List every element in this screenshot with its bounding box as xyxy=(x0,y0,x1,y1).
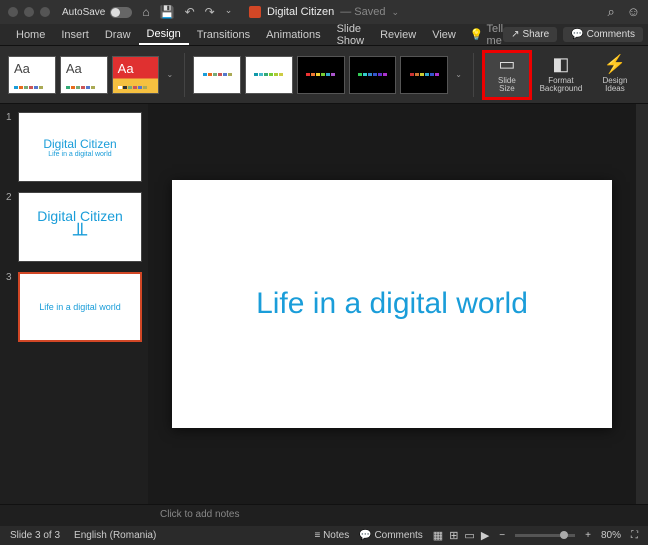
vertical-scrollbar[interactable] xyxy=(636,104,648,504)
tab-transitions[interactable]: Transitions xyxy=(189,26,258,44)
design-ideas-button[interactable]: ⚡ Design Ideas xyxy=(590,50,640,100)
search-icon[interactable]: ⌕ xyxy=(607,4,614,20)
notes-pane[interactable]: Click to add notes xyxy=(0,504,648,526)
quick-access-toolbar: ⌂ 💾 ↶ ↷ ⌄ xyxy=(142,5,232,19)
person-icon: ╨ xyxy=(73,224,87,247)
tab-home[interactable]: Home xyxy=(8,26,53,44)
tab-draw[interactable]: Draw xyxy=(97,26,139,44)
share-button[interactable]: ↗ Share xyxy=(503,27,557,42)
design-ribbon: Aa Aa Aa ⌄ ⌄ ▭ Slide Size ◧ Format Backg… xyxy=(0,46,648,104)
account-icon[interactable]: ☺ xyxy=(627,4,640,20)
qat-chevron-icon[interactable]: ⌄ xyxy=(225,5,233,19)
autosave-switch[interactable] xyxy=(110,7,132,18)
notes-toggle[interactable]: ≡ Notes xyxy=(314,530,349,541)
slide-canvas-area[interactable]: Life in a digital world xyxy=(148,104,636,504)
titlebar: AutoSave ⌂ 💾 ↶ ↷ ⌄ Digital Citizen — Sav… xyxy=(0,0,648,24)
variants-more-icon[interactable]: ⌄ xyxy=(452,70,465,79)
fit-window-icon[interactable]: ⛶ xyxy=(631,530,638,541)
normal-view-icon[interactable]: ▦ xyxy=(433,529,443,542)
slide-thumb-1[interactable]: Digital Citizen Life in a digital world xyxy=(18,112,142,182)
variant-3[interactable] xyxy=(297,56,345,94)
doc-name: Digital Citizen xyxy=(267,6,334,18)
slide-text[interactable]: Life in a digital world xyxy=(256,287,528,321)
thumb-number: 3 xyxy=(6,272,14,342)
variant-5[interactable] xyxy=(400,56,448,94)
save-status: — Saved xyxy=(340,6,385,18)
theme-2[interactable]: Aa xyxy=(60,56,108,94)
theme-3[interactable]: Aa xyxy=(112,56,160,94)
variant-2[interactable] xyxy=(245,56,293,94)
slide-indicator[interactable]: Slide 3 of 3 xyxy=(10,530,60,541)
language-indicator[interactable]: English (Romania) xyxy=(74,530,156,541)
zoom-in-icon[interactable]: + xyxy=(585,530,591,541)
thumb-number: 2 xyxy=(6,192,14,262)
tab-insert[interactable]: Insert xyxy=(53,26,97,44)
zoom-level[interactable]: 80% xyxy=(601,530,621,541)
slide-panel: 1 Digital Citizen Life in a digital worl… xyxy=(0,104,148,504)
variant-1[interactable] xyxy=(193,56,241,94)
format-background-button[interactable]: ◧ Format Background xyxy=(536,50,586,100)
main-area: 1 Digital Citizen Life in a digital worl… xyxy=(0,104,648,504)
notes-placeholder: Click to add notes xyxy=(160,509,240,520)
powerpoint-icon xyxy=(249,6,261,18)
window-controls[interactable] xyxy=(8,7,50,17)
undo-icon[interactable]: ↶ xyxy=(185,5,195,19)
tab-design[interactable]: Design xyxy=(139,25,189,45)
slide-size-icon: ▭ xyxy=(498,55,515,75)
slide-size-button[interactable]: ▭ Slide Size xyxy=(482,50,532,100)
tab-slideshow[interactable]: Slide Show xyxy=(329,20,373,50)
autosave-label: AutoSave xyxy=(62,7,105,18)
sorter-view-icon[interactable]: ⊞ xyxy=(449,529,458,542)
home-icon[interactable]: ⌂ xyxy=(142,5,149,19)
redo-icon[interactable]: ↷ xyxy=(205,5,215,19)
save-icon[interactable]: 💾 xyxy=(160,5,175,19)
zoom-slider[interactable] xyxy=(515,534,575,537)
document-title: Digital Citizen — Saved ⌄ xyxy=(249,6,399,18)
theme-1[interactable]: Aa xyxy=(8,56,56,94)
variant-4[interactable] xyxy=(349,56,397,94)
tab-review[interactable]: Review xyxy=(372,26,424,44)
comments-button[interactable]: 💬 Comments xyxy=(563,27,643,42)
themes-more-icon[interactable]: ⌄ xyxy=(163,70,176,79)
thumb-number: 1 xyxy=(6,112,14,182)
view-buttons: ▦ ⊞ ▭ ▶ xyxy=(433,529,490,542)
slide-canvas[interactable]: Life in a digital world xyxy=(172,180,612,428)
title-chevron-icon[interactable]: ⌄ xyxy=(391,7,399,18)
status-bar: Slide 3 of 3 English (Romania) ≡ Notes 💬… xyxy=(0,526,648,545)
tab-view[interactable]: View xyxy=(424,26,464,44)
slide-thumb-2[interactable]: Digital Citizen ╨ xyxy=(18,192,142,262)
comments-toggle[interactable]: 💬 Comments xyxy=(359,530,423,541)
tab-animations[interactable]: Animations xyxy=(258,26,328,44)
slide-thumb-3[interactable]: Life in a digital world xyxy=(18,272,142,342)
format-bg-icon: ◧ xyxy=(552,55,569,75)
autosave-toggle[interactable]: AutoSave xyxy=(62,7,132,18)
design-ideas-icon: ⚡ xyxy=(604,55,626,75)
tell-me[interactable]: 💡 Tell me xyxy=(470,23,503,47)
zoom-out-icon[interactable]: − xyxy=(499,530,505,541)
ribbon-tabs: Home Insert Draw Design Transitions Anim… xyxy=(0,24,648,46)
slideshow-view-icon[interactable]: ▶ xyxy=(481,529,489,542)
reading-view-icon[interactable]: ▭ xyxy=(464,529,474,542)
